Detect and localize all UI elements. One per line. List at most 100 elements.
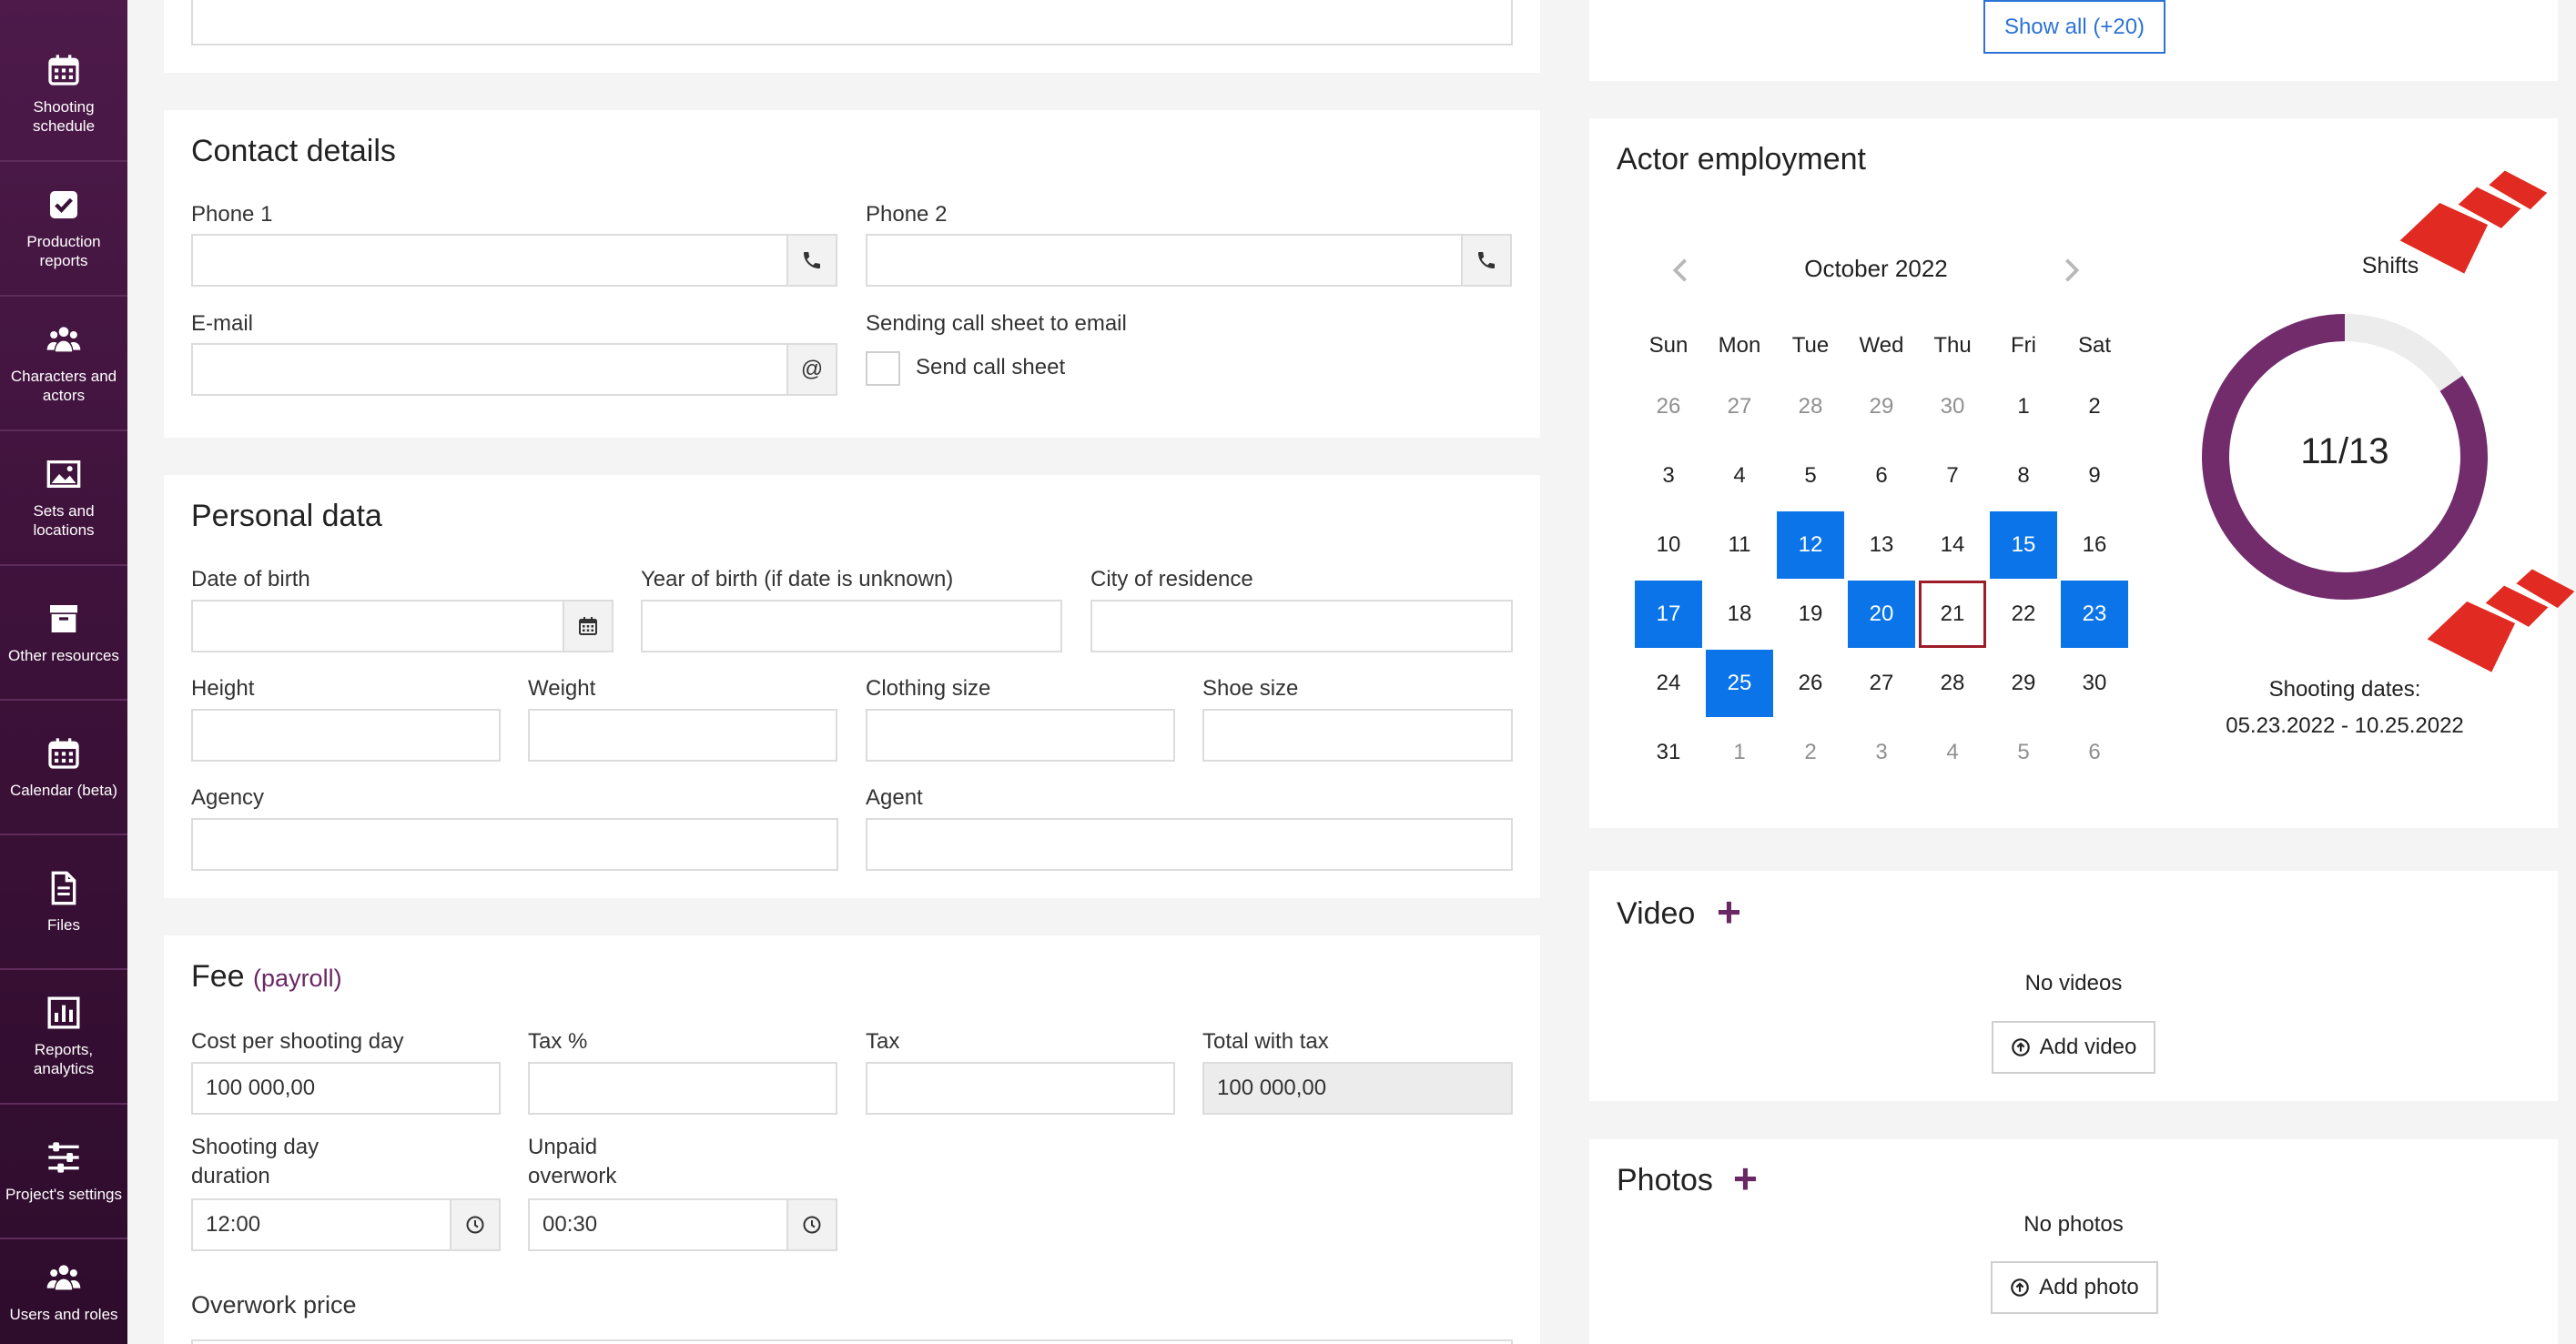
calendar-day[interactable]: 31 (1635, 719, 1702, 786)
calendar-day-shooting[interactable]: 15 (1990, 511, 2057, 579)
email-label: E-mail (191, 311, 254, 336)
sidebar-item-calendar-beta[interactable]: Calendar (beta) (0, 701, 127, 835)
chevron-right-icon[interactable] (2061, 257, 2083, 284)
calendar-day[interactable]: 1 (1990, 373, 2057, 440)
calendar-day[interactable]: 27 (1848, 650, 1915, 717)
payroll-link[interactable]: (payroll) (253, 965, 342, 992)
people-icon (46, 1265, 81, 1290)
clothing-size-input[interactable] (866, 709, 1175, 762)
calendar-day[interactable]: 26 (1777, 650, 1844, 717)
calendar-day[interactable]: 8 (1990, 442, 2057, 510)
calendar-day[interactable]: 14 (1919, 511, 1986, 579)
show-all-button[interactable]: Show all (+20) (1983, 0, 2165, 54)
phone-button[interactable] (786, 234, 837, 287)
agency-input[interactable] (191, 818, 838, 871)
yob-input[interactable] (641, 600, 1062, 652)
calendar-day[interactable]: 11 (1706, 511, 1773, 579)
calendar-day[interactable]: 16 (2061, 511, 2128, 579)
sidebar-item-production-reports[interactable]: Production reports (0, 162, 127, 297)
calendar-day[interactable]: 5 (1777, 442, 1844, 510)
calendar-day[interactable]: 19 (1777, 581, 1844, 648)
sidebar-item-characters-actors[interactable]: Characters and actors (0, 297, 127, 431)
calendar-day[interactable]: 7 (1919, 442, 1986, 510)
time-picker-button[interactable] (786, 1198, 837, 1251)
calendar-day-today[interactable]: 21 (1919, 581, 1986, 648)
email-field[interactable] (191, 343, 788, 396)
calendar-day[interactable]: 1 (1706, 719, 1773, 786)
calendar-day[interactable]: 3 (1635, 442, 1702, 510)
calendar-day[interactable]: 2 (1777, 719, 1844, 786)
calendar-day[interactable]: 5 (1990, 719, 2057, 786)
add-photo-plus-icon[interactable]: + (1733, 1154, 1758, 1203)
calendar-day[interactable]: 28 (1777, 373, 1844, 440)
calendar-day[interactable]: 2 (2061, 373, 2128, 440)
at-sign-icon: @ (800, 357, 824, 381)
calendar-day[interactable]: 4 (1919, 719, 1986, 786)
card-title: Fee (payroll) (191, 959, 342, 995)
sidebar-item-sets-locations[interactable]: Sets and locations (0, 431, 127, 566)
partial-input[interactable] (191, 0, 1513, 45)
calendar-day[interactable]: 6 (1848, 442, 1915, 510)
calendar-grid-icon (48, 55, 79, 86)
sidebar-item-label: Other resources (8, 646, 119, 664)
chevron-left-icon[interactable] (1669, 257, 1691, 284)
calendar-day-shooting[interactable]: 23 (2061, 581, 2128, 648)
calendar-day[interactable]: 30 (1919, 373, 1986, 440)
calendar-day[interactable]: 6 (2061, 719, 2128, 786)
calendar-day[interactable]: 3 (1848, 719, 1915, 786)
time-picker-button[interactable] (450, 1198, 501, 1251)
tax-input[interactable] (866, 1062, 1175, 1115)
phone-button[interactable] (1461, 234, 1512, 287)
calendar-day[interactable]: 22 (1990, 581, 2057, 648)
calendar-day-shooting[interactable]: 25 (1706, 650, 1773, 717)
sidebar-item-reports-analytics[interactable]: Reports, analytics (0, 970, 127, 1105)
height-input[interactable] (191, 709, 501, 762)
sidebar-item-shooting-schedule[interactable]: Shooting schedule (0, 27, 127, 162)
calendar-day[interactable]: 27 (1706, 373, 1773, 440)
calendar-day-shooting[interactable]: 12 (1777, 511, 1844, 579)
calendar-day[interactable]: 9 (2061, 442, 2128, 510)
overwork-price-input[interactable] (191, 1339, 1513, 1344)
calendar-day[interactable]: 24 (1635, 650, 1702, 717)
date-picker-button[interactable] (563, 600, 614, 652)
calendar-day-shooting[interactable]: 17 (1635, 581, 1702, 648)
add-photo-label: Add photo (2039, 1275, 2139, 1299)
cost-input[interactable]: 100 000,00 (191, 1062, 501, 1115)
sidebar-item-label: Reports, analytics (33, 1041, 95, 1077)
sidebar-item-files[interactable]: Files (0, 835, 127, 970)
overwork-input[interactable]: 00:30 (528, 1198, 788, 1251)
tax-percent-input[interactable] (528, 1062, 837, 1115)
contact-details-card: Contact details Phone 1 Phone 2 E-mail @… (164, 110, 1540, 438)
sidebar-item-users-roles[interactable]: Users and roles (0, 1239, 127, 1344)
calendar-day-shooting[interactable]: 20 (1848, 581, 1915, 648)
calendar-day[interactable]: 29 (1990, 650, 2057, 717)
phone1-input[interactable] (191, 234, 788, 287)
calendar-day[interactable]: 10 (1635, 511, 1702, 579)
send-call-sheet-checkbox[interactable] (866, 351, 900, 386)
sidebar-item-projects-settings[interactable]: Project's settings (0, 1105, 127, 1239)
weight-input[interactable] (528, 709, 837, 762)
add-video-button[interactable]: Add video (1992, 1021, 2155, 1074)
phone2-input[interactable] (866, 234, 1463, 287)
calendar-day[interactable]: 4 (1706, 442, 1773, 510)
calendar-day[interactable]: 18 (1706, 581, 1773, 648)
calendar-day[interactable]: 13 (1848, 511, 1915, 579)
calendar-day[interactable]: 28 (1919, 650, 1986, 717)
shoe-size-input[interactable] (1202, 709, 1513, 762)
calendar-day[interactable]: 29 (1848, 373, 1915, 440)
city-input[interactable] (1090, 600, 1513, 652)
shooting-dates-value: 05.23.2022 - 10.25.2022 (2226, 713, 2464, 738)
overwork-label-line2: overwork (528, 1164, 617, 1188)
dob-input[interactable] (191, 600, 564, 652)
calendar-day[interactable]: 30 (2061, 650, 2128, 717)
checkbox-icon (50, 191, 77, 218)
add-video-plus-icon[interactable]: + (1717, 887, 1741, 936)
people-icon (46, 327, 81, 352)
phone2-label: Phone 2 (866, 202, 948, 227)
agent-input[interactable] (866, 818, 1513, 871)
add-photo-button[interactable]: Add photo (1991, 1261, 2158, 1314)
duration-input[interactable]: 12:00 (191, 1198, 451, 1251)
calendar-day[interactable]: 26 (1635, 373, 1702, 440)
no-videos-text: No videos (2024, 971, 2123, 995)
sidebar-item-other-resources[interactable]: Other resources (0, 566, 127, 701)
